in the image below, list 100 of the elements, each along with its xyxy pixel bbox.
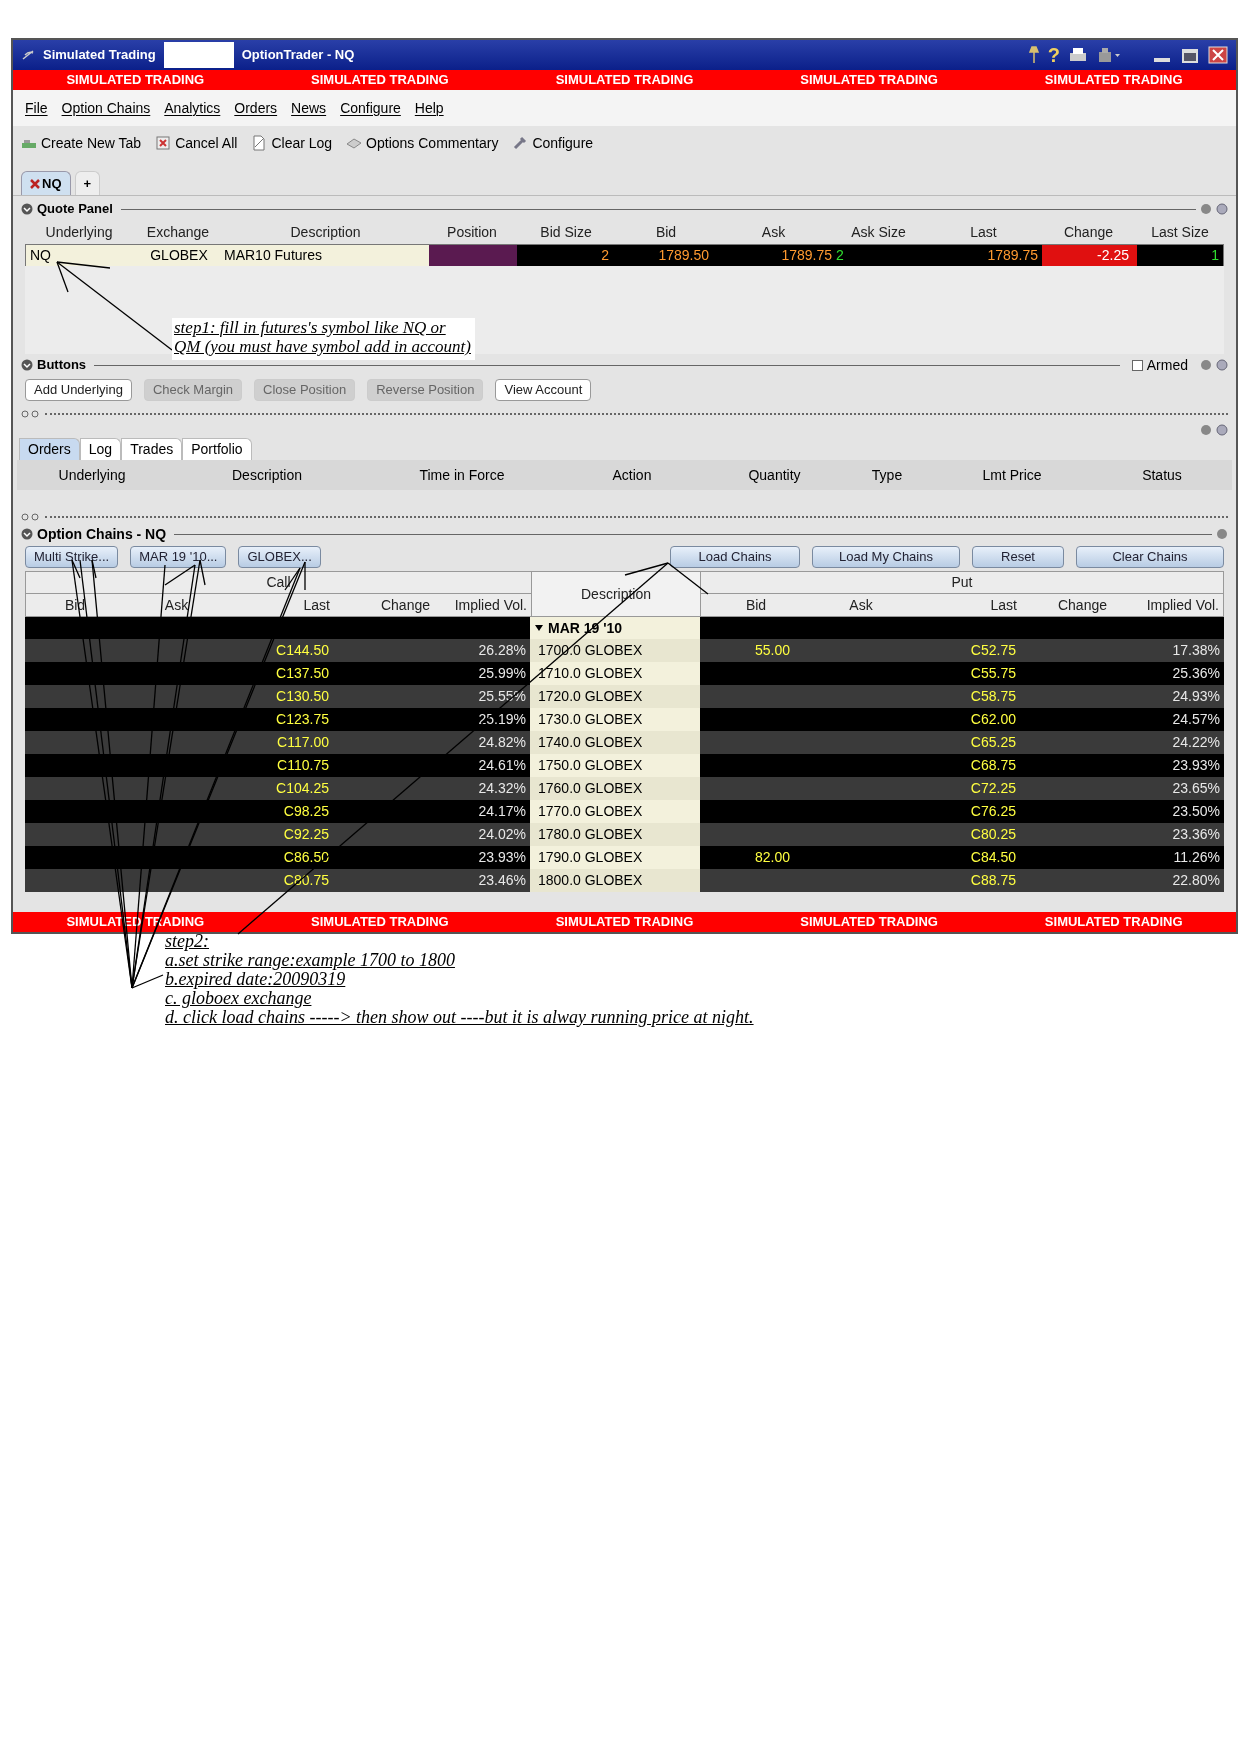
settings-icon[interactable] — [1216, 424, 1228, 436]
group-header: Put — [951, 573, 973, 592]
panel-tab[interactable]: Portfolio — [182, 438, 252, 460]
detach-icon[interactable] — [1216, 528, 1228, 540]
chain-button[interactable]: Reset — [972, 546, 1064, 568]
document-icon[interactable] — [251, 135, 268, 151]
table-cell-text: 11.26% — [1172, 848, 1221, 867]
banner-text: SIMULATED TRADING — [555, 71, 694, 90]
collapse-icon[interactable] — [21, 359, 33, 371]
banner-text: SIMULATED TRADING — [1044, 913, 1183, 932]
column-header: Ask — [849, 595, 873, 615]
chain-button[interactable]: Load Chains — [670, 546, 800, 568]
armed-checkbox[interactable]: Armed — [1131, 354, 1188, 376]
table-cell-text: C117.00 — [276, 733, 330, 752]
toolbar-button[interactable]: Clear Log — [251, 132, 333, 154]
menu-item[interactable]: Help — [414, 97, 444, 119]
close-icon[interactable] — [30, 178, 40, 189]
table-cell-text: C76.25 — [969, 802, 1017, 821]
column-header: Bid Size — [540, 222, 592, 242]
expand-caret-icon[interactable] — [534, 624, 544, 632]
maximize-icon[interactable] — [1180, 46, 1200, 64]
page-tab[interactable]: NQ — [21, 171, 71, 195]
strike-cell: 1720.0 GLOBEX — [530, 685, 700, 708]
strike-cell: 1770.0 GLOBEX — [530, 800, 700, 823]
pin-icon[interactable] — [1027, 46, 1040, 64]
column-header: Position — [447, 222, 497, 242]
banner-text: SIMULATED TRADING — [555, 913, 694, 932]
menu-item[interactable]: Orders — [234, 97, 278, 119]
table-cell-text: C68.75 — [969, 756, 1017, 775]
dropdown-tool-icon[interactable] — [1096, 46, 1122, 64]
table-cell-text: C86.50 — [282, 848, 330, 867]
toolbar-button[interactable]: Cancel All — [155, 132, 238, 154]
toolbar-button[interactable]: Create New Tab — [21, 132, 142, 154]
column-header: Underlying — [58, 465, 126, 485]
column-header: Exchange — [146, 222, 210, 242]
table-cell-text: 24.02% — [477, 825, 527, 844]
menu-item[interactable]: File — [25, 97, 48, 119]
column-header: Change — [1063, 222, 1113, 242]
table-cell-text: 24.82% — [477, 733, 527, 752]
table-cell-text: 22.80% — [1171, 871, 1221, 890]
column-header: Ask Size — [851, 222, 906, 242]
settings-icon[interactable] — [1216, 359, 1228, 371]
detach-icon[interactable] — [1200, 424, 1212, 436]
column-header: Implied Vol. — [454, 595, 527, 615]
column-header: Time in Force — [419, 465, 505, 485]
cancel-icon[interactable] — [155, 135, 172, 151]
table-cell-text: 23.50% — [1171, 802, 1221, 821]
menu-item[interactable]: Configure — [340, 97, 401, 119]
strike-cell: 1800.0 GLOBEX — [530, 869, 700, 892]
column-header: Type — [871, 465, 903, 485]
column-header: Underlying — [45, 222, 113, 242]
menu-item[interactable]: Analytics — [164, 97, 221, 119]
column-header: Ask — [761, 222, 786, 242]
collapse-icon[interactable] — [21, 203, 33, 215]
wrench-icon[interactable] — [512, 135, 529, 151]
table-cell-text: C137.50 — [275, 664, 330, 683]
menu-item[interactable]: News — [291, 97, 327, 119]
panel-tab[interactable]: Trades — [121, 438, 183, 460]
page-tab[interactable]: + — [74, 171, 101, 195]
toolbar-button[interactable]: Configure — [512, 132, 594, 154]
banner-text: SIMULATED TRADING — [800, 71, 938, 90]
column-header: Last Size — [1151, 222, 1209, 242]
banner-text: SIMULATED TRADING — [311, 71, 449, 90]
table-cell-text: C58.75 — [969, 687, 1017, 706]
annotation-text: step1: fill in futures's symbol like NQ or — [174, 318, 447, 337]
strike-cell: 1750.0 GLOBEX — [530, 754, 700, 777]
panel-tab[interactable]: Log — [79, 438, 122, 460]
menu-item[interactable]: Option Chains — [61, 97, 151, 119]
panel-button[interactable]: Add Underlying — [25, 379, 132, 401]
collapse-icon[interactable] — [21, 528, 33, 540]
splitter-icon[interactable] — [21, 513, 41, 521]
column-header: Description — [232, 465, 302, 485]
table-cell-text: C130.50 — [275, 687, 330, 706]
panel-button[interactable]: View Account — [495, 379, 592, 401]
panel-tab[interactable]: Orders — [19, 438, 80, 460]
column-header: Lmt Price — [982, 465, 1042, 485]
table-cell-text: 24.61% — [477, 756, 527, 775]
chain-button[interactable]: Multi Strike... — [25, 546, 119, 568]
column-header: Last — [970, 222, 997, 242]
chain-button[interactable]: GLOBEX... — [238, 546, 321, 568]
settings-icon[interactable] — [1216, 203, 1228, 215]
annotation-text: b.expired date:20090319 — [165, 970, 346, 989]
splitter-icon[interactable] — [21, 410, 41, 418]
table-cell-text: C52.75 — [969, 641, 1017, 660]
table-cell-text: 25.55% — [477, 687, 527, 706]
toolbar-button[interactable]: Options Commentary — [346, 132, 499, 154]
detach-icon[interactable] — [1200, 359, 1212, 371]
chain-button[interactable]: Clear Chains — [1076, 546, 1224, 568]
chain-button[interactable]: Load My Chains — [812, 546, 960, 568]
chain-button[interactable]: MAR 19 '10... — [130, 546, 227, 568]
table-cell-text: 24.93% — [1171, 687, 1221, 706]
app-icon[interactable] — [21, 49, 35, 61]
table-cell-text: 25.19% — [477, 710, 527, 729]
printer-icon[interactable] — [1068, 46, 1088, 64]
panel-title: Quote Panel — [37, 200, 113, 219]
table-cell-text: C110.75 — [276, 756, 330, 775]
column-header: Bid — [745, 595, 767, 615]
table-cell-text: C80.25 — [969, 825, 1017, 844]
detach-icon[interactable] — [1200, 203, 1212, 215]
help-button[interactable]: ? — [1047, 45, 1060, 65]
